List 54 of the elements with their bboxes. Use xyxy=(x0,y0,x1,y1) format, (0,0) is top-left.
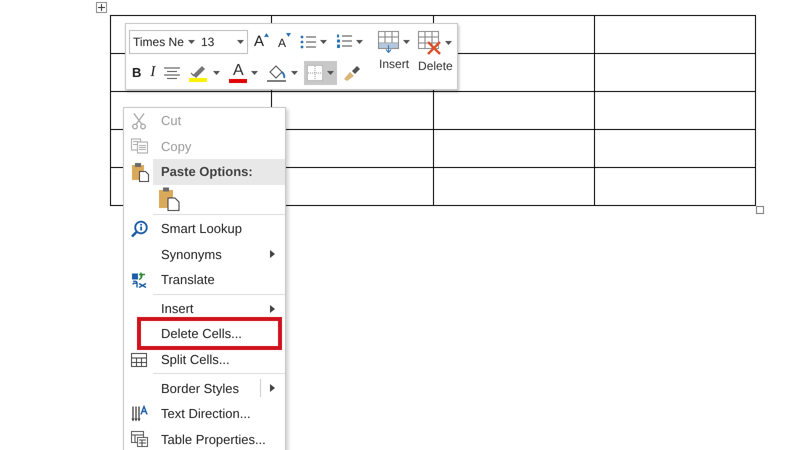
menu-section-header: Paste Options: xyxy=(153,159,285,185)
caret-icon xyxy=(291,70,298,74)
smart-lookup-icon xyxy=(131,220,148,238)
numbered-list-icon[interactable] xyxy=(336,34,352,49)
bold-button[interactable]: B xyxy=(132,65,142,80)
menu-item[interactable]: Translate xyxy=(124,266,285,293)
font-color-button[interactable]: A xyxy=(229,62,248,82)
delete-button[interactable]: Delete xyxy=(414,29,457,85)
table-properties-icon xyxy=(131,431,148,448)
text-direction-icon xyxy=(131,405,149,422)
caret-icon xyxy=(251,70,258,74)
highlighter-icon[interactable] xyxy=(189,64,210,82)
triangle-icon xyxy=(286,33,292,37)
caret-icon xyxy=(320,40,328,44)
pressed-button-background[interactable] xyxy=(304,60,338,84)
menu-item[interactable]: Border Styles xyxy=(124,375,285,401)
combo-value: 13 xyxy=(201,34,214,48)
resize-handle[interactable] xyxy=(756,206,764,214)
copy-icon xyxy=(131,138,148,154)
font-combo-field[interactable]: 13 xyxy=(198,30,248,54)
menu-item[interactable]: Smart Lookup xyxy=(124,216,285,242)
caret-icon xyxy=(188,40,195,44)
translate-icon xyxy=(131,271,148,288)
menu-item[interactable]: Synonyms xyxy=(124,241,285,267)
triangle-icon xyxy=(264,33,270,37)
move-handle-icon[interactable] xyxy=(96,2,107,13)
combo-value: Times Ne xyxy=(133,34,184,48)
italic-button[interactable]: I xyxy=(150,64,156,81)
paste-keep-text-icon[interactable] xyxy=(158,186,180,211)
insert-button[interactable]: Insert xyxy=(374,29,414,85)
font-combo-field[interactable]: Times Ne xyxy=(129,30,199,54)
center-align-icon[interactable] xyxy=(164,66,180,78)
shrink-font-button[interactable]: A xyxy=(278,36,286,50)
insert-table-icon xyxy=(378,31,400,53)
menu-item[interactable]: Text Direction... xyxy=(124,400,285,427)
bullet-list-icon[interactable] xyxy=(300,34,316,48)
borders-icon[interactable] xyxy=(307,64,324,80)
caret-icon xyxy=(445,41,452,45)
scissors-icon xyxy=(131,112,147,130)
clipboard-icon xyxy=(131,162,149,182)
brush-icon[interactable] xyxy=(343,64,362,82)
split-cells-icon xyxy=(131,352,147,367)
delete-table-icon xyxy=(418,31,442,55)
caret-icon xyxy=(237,40,244,44)
grow-font-button[interactable]: A xyxy=(254,33,264,50)
caret-icon xyxy=(403,40,410,44)
caret-icon xyxy=(327,70,334,74)
menu-item[interactable]: Split Cells... xyxy=(124,346,285,372)
caret-icon xyxy=(356,40,364,44)
menu-item[interactable]: Delete Cells... xyxy=(124,321,285,347)
menu-item[interactable]: Insert xyxy=(124,296,285,322)
paint-bucket-icon[interactable] xyxy=(267,64,288,82)
caret-icon xyxy=(213,70,220,74)
menu-item[interactable]: Table Properties... xyxy=(124,426,285,450)
